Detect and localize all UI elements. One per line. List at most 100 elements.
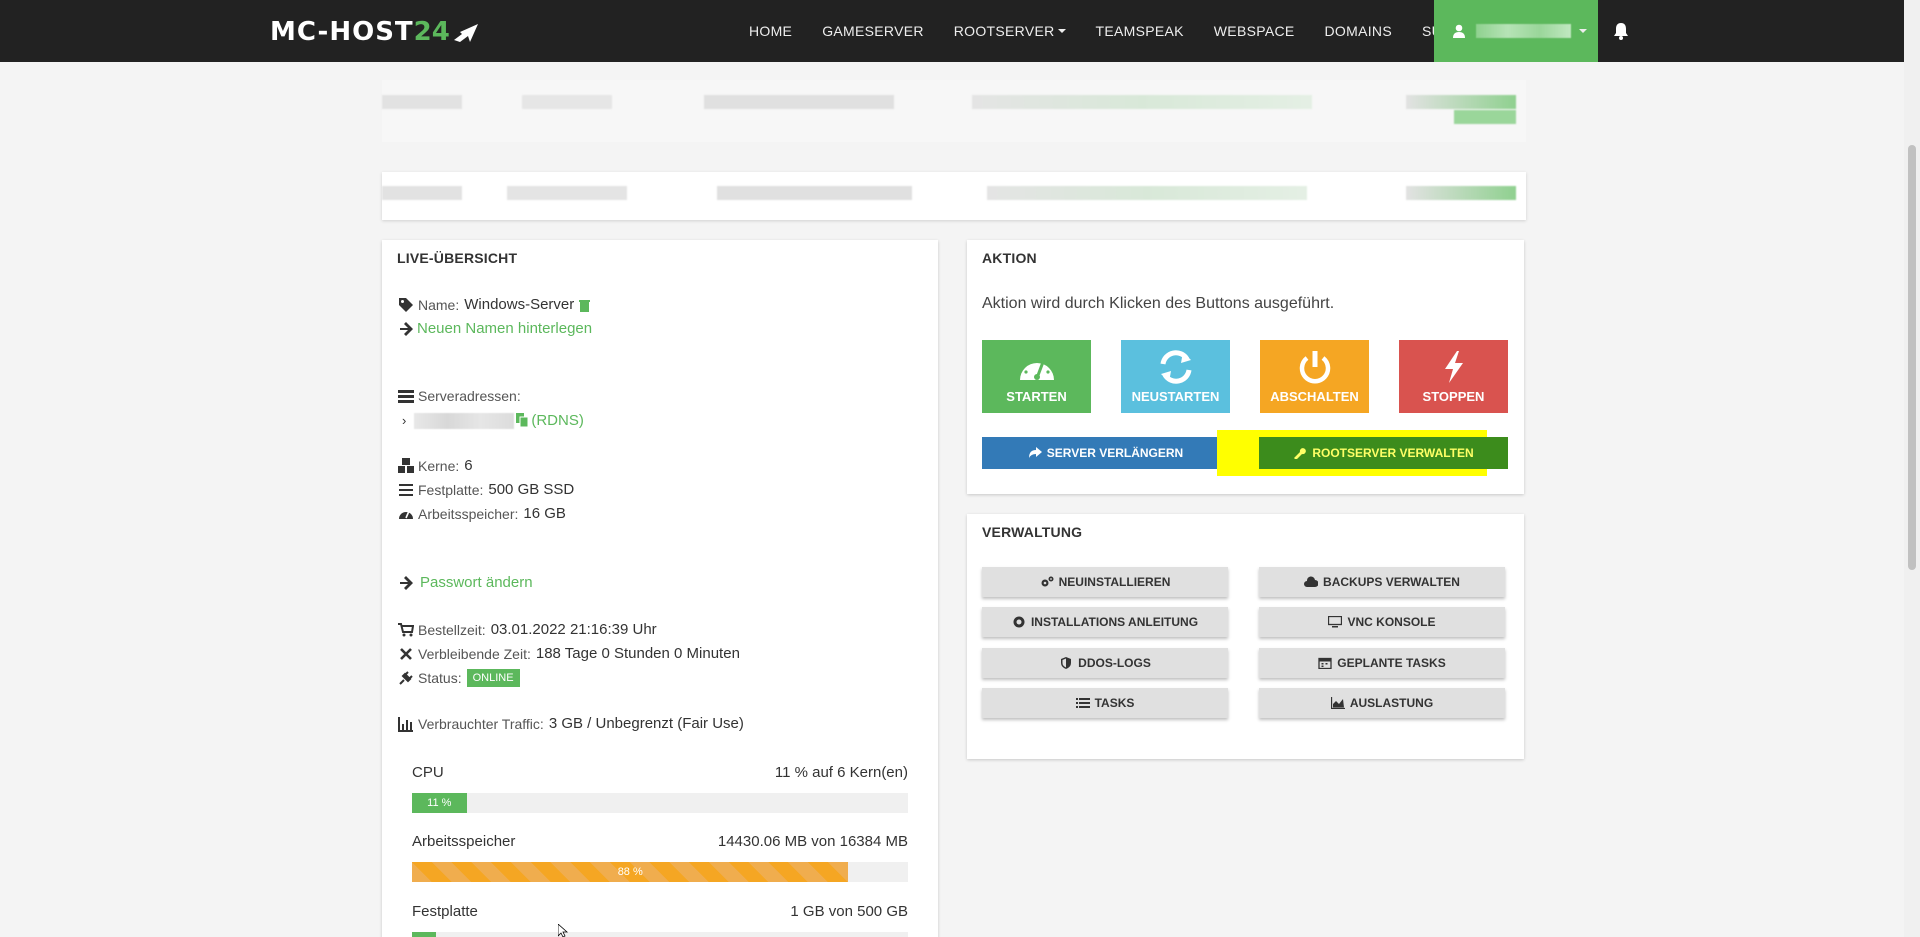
cpu-value: 11 % auf 6 Kern(en): [774, 764, 908, 781]
disk-progress-fill: [412, 932, 436, 937]
scrollbar-thumb[interactable]: [1908, 145, 1916, 570]
vnc-console-button[interactable]: VNC KONSOLE: [1259, 607, 1505, 637]
top-navbar: MC-HOST 24 HOME GAMESERVER ROOTSERVER TE…: [0, 0, 1904, 62]
wrench-icon: [1294, 448, 1307, 459]
addresses-label: Serveradressen:: [418, 388, 521, 404]
username-redacted: [1476, 24, 1571, 38]
panel-title: LIVE-ÜBERSICHT: [397, 250, 518, 266]
shield-icon: [1061, 657, 1072, 669]
logo-text: MC-HOST: [270, 17, 414, 47]
cubes-icon: [398, 457, 414, 473]
logo-number: 24: [413, 17, 450, 47]
manage-backups-button[interactable]: BACKUPS VERWALTEN: [1259, 567, 1505, 597]
restart-button[interactable]: NEUSTARTEN: [1121, 340, 1230, 413]
nav-home[interactable]: HOME: [734, 0, 807, 62]
nav-domains[interactable]: DOMAINS: [1310, 0, 1407, 62]
action-description: Aktion wird durch Klicken des Buttons au…: [982, 295, 1335, 312]
redacted-server-row: [382, 172, 1526, 220]
action-panel: AKTION Aktion wird durch Klicken des But…: [967, 240, 1524, 494]
ram-progress-bar: 88 %: [412, 862, 908, 882]
status-badge: ONLINE: [466, 669, 520, 687]
start-button[interactable]: STARTEN: [982, 340, 1091, 413]
ram-usage-value: 14430.06 MB von 16384 MB: [717, 833, 908, 850]
order-time-row: Bestellzeit: 03.01.2022 21:16:39 Uhr: [398, 621, 657, 638]
ram-row: Arbeitsspeicher: 16 GB: [398, 505, 566, 522]
cores-value: 6: [464, 457, 473, 474]
cart-icon: [398, 622, 414, 636]
dashboard-icon: [1019, 357, 1054, 380]
remaining-value: 188 Tage 0 Stunden 0 Minuten: [535, 645, 740, 662]
bars-icon: [399, 483, 413, 496]
rocket-icon: [453, 24, 478, 42]
shutdown-button[interactable]: ABSCHALTEN: [1260, 340, 1369, 413]
scheduled-tasks-button[interactable]: GEPLANTE TASKS: [1259, 648, 1505, 678]
nav-rootserver[interactable]: ROOTSERVER: [939, 0, 1081, 62]
nav-webspace[interactable]: WEBSPACE: [1199, 0, 1310, 62]
brand-logo[interactable]: MC-HOST 24: [270, 16, 480, 48]
ram-usage-label: Arbeitsspeicher: [412, 833, 516, 850]
cloud-icon: [1304, 576, 1319, 587]
server-name-row: Name: Windows-Server: [398, 296, 591, 313]
ram-label: Arbeitsspeicher:: [418, 505, 519, 522]
password-row: Passwort ändern: [398, 574, 533, 591]
monitor-icon: [1328, 616, 1343, 628]
remaining-time-row: Verbleibende Zeit: 188 Tage 0 Stunden 0 …: [398, 645, 740, 662]
ddos-logs-button[interactable]: DDOS-LOGS: [982, 648, 1228, 678]
caret-down-icon: [1057, 29, 1066, 33]
nav-teamspeak[interactable]: TEAMSPEAK: [1081, 0, 1199, 62]
ram-progress-fill: 88 %: [412, 862, 849, 882]
copy-icon[interactable]: [516, 413, 529, 428]
redacted-server-row: [382, 80, 1526, 142]
installation-guide-button[interactable]: INSTALLATIONS ANLEITUNG: [982, 607, 1228, 637]
tasks-button[interactable]: TASKS: [982, 688, 1228, 718]
cogs-icon: [1041, 576, 1054, 587]
refresh-icon: [1160, 350, 1191, 384]
calendar-icon: [1318, 657, 1332, 669]
nav-gameserver[interactable]: GAMESERVER: [807, 0, 939, 62]
dashboard-icon: [399, 510, 413, 519]
bar-chart-icon: [398, 716, 413, 732]
arrow-right-icon: [400, 575, 413, 590]
panel-title: VERWALTUNG: [982, 524, 1083, 540]
list-icon: [1075, 698, 1090, 708]
mouse-cursor-icon: [558, 924, 569, 937]
rename-link[interactable]: Neuen Namen hinterlegen: [417, 320, 592, 337]
bell-icon[interactable]: [1610, 20, 1632, 42]
remaining-label: Verbleibende Zeit:: [418, 645, 531, 662]
server-addresses-row: Serveradressen:: [398, 388, 521, 404]
manage-rootserver-button[interactable]: ROOTSERVER VERWALTEN: [1259, 437, 1508, 469]
arrow-right-icon: [400, 321, 413, 336]
panel-title: AKTION: [982, 250, 1037, 266]
change-password-link[interactable]: Passwort ändern: [420, 574, 533, 591]
caret-down-icon: [1579, 29, 1587, 33]
plug-icon: [399, 671, 413, 685]
rdns-link[interactable]: (RDNS): [531, 412, 584, 429]
bolt-icon: [1444, 351, 1463, 383]
usage-button[interactable]: AUSLASTUNG: [1259, 688, 1505, 718]
traffic-row: Verbrauchter Traffic: 3 GB / Unbegrenzt …: [398, 715, 744, 732]
disk-progress-bar: [412, 932, 908, 937]
status-label: Status:: [418, 670, 462, 686]
extend-server-button[interactable]: SERVER VERLÄNGERN: [982, 437, 1229, 469]
disk-value: 500 GB SSD: [488, 481, 575, 498]
management-panel: VERWALTUNG NEUINSTALLIEREN BACKUPS VERWA…: [967, 514, 1524, 759]
stop-button[interactable]: STOPPEN: [1399, 340, 1508, 413]
user-icon: [1453, 24, 1465, 38]
status-row: Status: ONLINE: [398, 669, 520, 687]
rename-row: Neuen Namen hinterlegen: [398, 320, 592, 337]
disk-label: Festplatte:: [418, 481, 484, 498]
ram-value: 16 GB: [523, 505, 566, 522]
name-label: Name:: [418, 296, 460, 313]
cpu-progress-fill: 11 %: [412, 793, 467, 813]
chevron-right-icon: ›: [402, 413, 407, 428]
order-value: 03.01.2022 21:16:39 Uhr: [490, 621, 657, 638]
reinstall-button[interactable]: NEUINSTALLIEREN: [982, 567, 1228, 597]
user-menu-button[interactable]: [1434, 0, 1598, 62]
live-overview-panel: LIVE-ÜBERSICHT Name: Windows-Server Neue…: [382, 240, 938, 937]
disk-row: Festplatte: 500 GB SSD: [398, 481, 574, 498]
trash-icon[interactable]: [578, 298, 591, 312]
order-label: Bestellzeit:: [418, 621, 486, 638]
lifebuoy-icon: [1013, 616, 1025, 628]
ip-redacted: [414, 412, 515, 429]
main-menu: HOME GAMESERVER ROOTSERVER TEAMSPEAK WEB…: [734, 0, 1518, 62]
